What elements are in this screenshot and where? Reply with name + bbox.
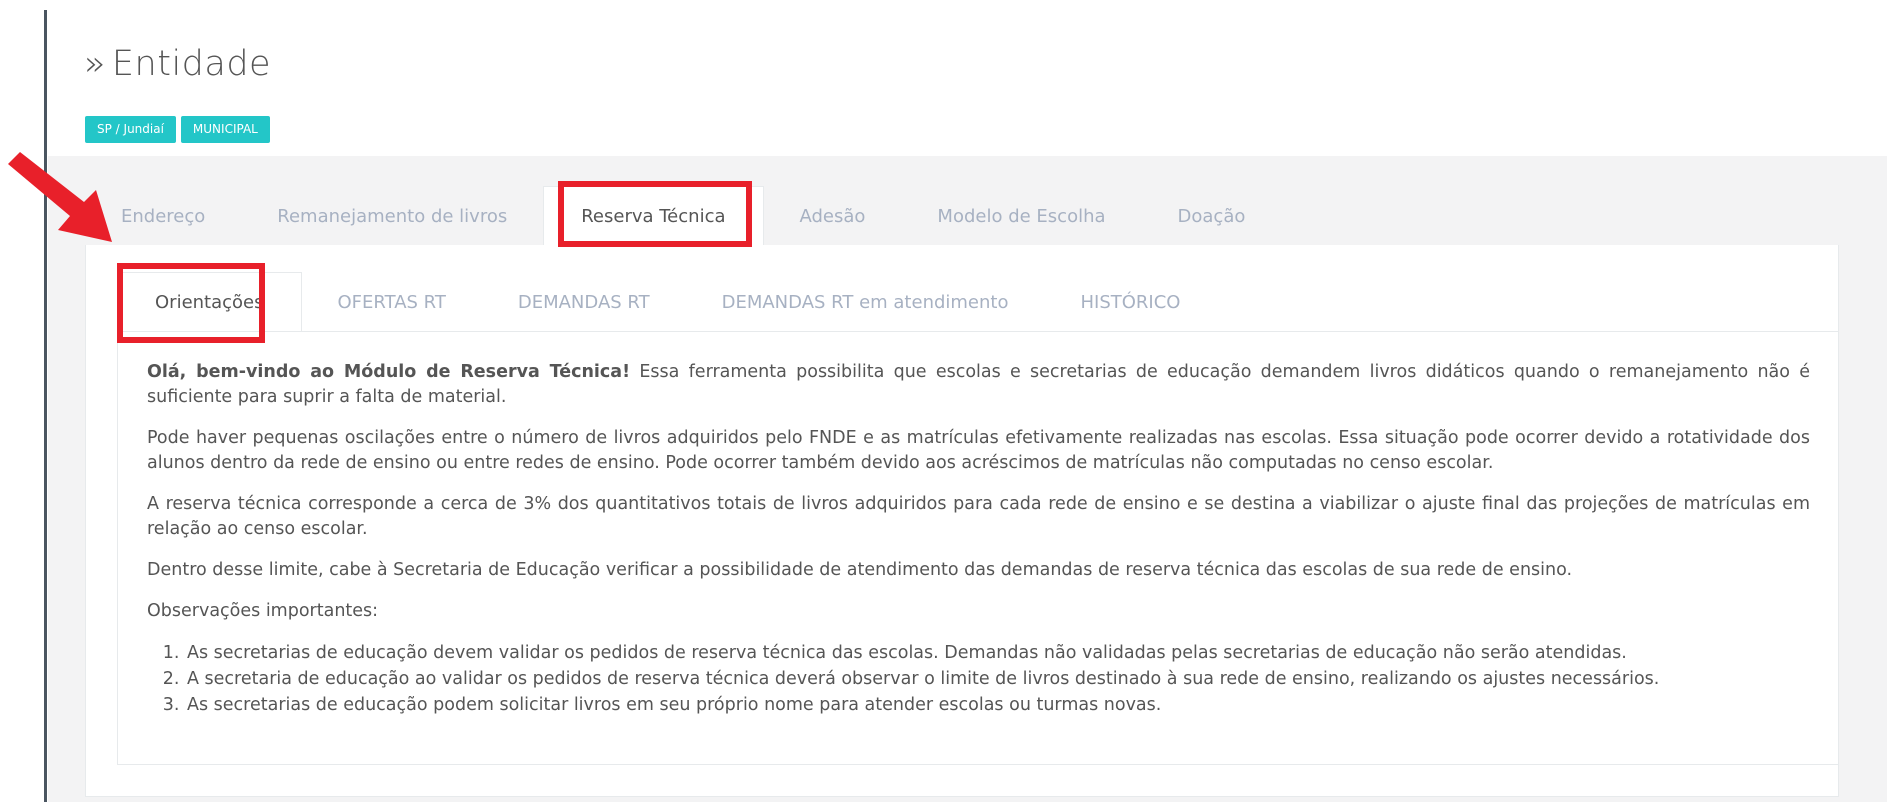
highlight-box-orientacoes [117, 263, 265, 343]
intro-bold: Olá, bem-vindo ao Módulo de Reserva Técn… [147, 362, 631, 382]
page-title: » Entidade [84, 44, 271, 84]
subtab-historico[interactable]: HISTÓRICO [1044, 272, 1216, 332]
paragraph-limite: Dentro desse limite, cabe à Secretaria d… [147, 560, 1573, 580]
type-badge: MUNICIPAL [180, 116, 270, 143]
paragraph-oscilacoes: Pode haver pequenas oscilações entre o n… [147, 428, 1810, 473]
entity-badges: SP / Jundiaí MUNICIPAL [85, 116, 270, 143]
left-border-rule [44, 10, 47, 802]
subtab-demandas-rt-em-atendimento[interactable]: DEMANDAS RT em atendimento [686, 272, 1045, 332]
list-item: As secretarias de educação devem validar… [185, 640, 1810, 666]
orientacoes-content: Olá, bem-vindo ao Módulo de Reserva Técn… [147, 360, 1810, 718]
double-chevron-right-icon: » [84, 44, 106, 84]
list-item: As secretarias de educação podem solicit… [185, 692, 1810, 718]
tab-modelo-de-escolha[interactable]: Modelo de Escolha [901, 186, 1141, 246]
paragraph-reserva-tecnica: A reserva técnica corresponde a cerca de… [147, 494, 1810, 539]
subtab-ofertas-rt[interactable]: OFERTAS RT [302, 272, 482, 332]
tab-remanejamento[interactable]: Remanejamento de livros [241, 186, 543, 246]
reserva-tecnica-subtabs: Orientações OFERTAS RT DEMANDAS RT DEMAN… [117, 272, 1216, 332]
tab-adesao[interactable]: Adesão [764, 186, 902, 246]
observacoes-list: As secretarias de educação devem validar… [185, 640, 1810, 718]
intro-paragraph: Olá, bem-vindo ao Módulo de Reserva Técn… [147, 360, 1810, 410]
location-badge: SP / Jundiaí [85, 116, 176, 143]
page-title-text: Entidade [111, 44, 272, 84]
tab-doacao[interactable]: Doação [1142, 186, 1282, 246]
paragraph-observacoes: Observações importantes: [147, 601, 379, 621]
subtab-demandas-rt[interactable]: DEMANDAS RT [482, 272, 686, 332]
red-arrow-icon [8, 152, 112, 242]
highlight-box-reserva-tecnica [558, 181, 752, 247]
list-item: A secretaria de educação ao validar os p… [185, 666, 1810, 692]
